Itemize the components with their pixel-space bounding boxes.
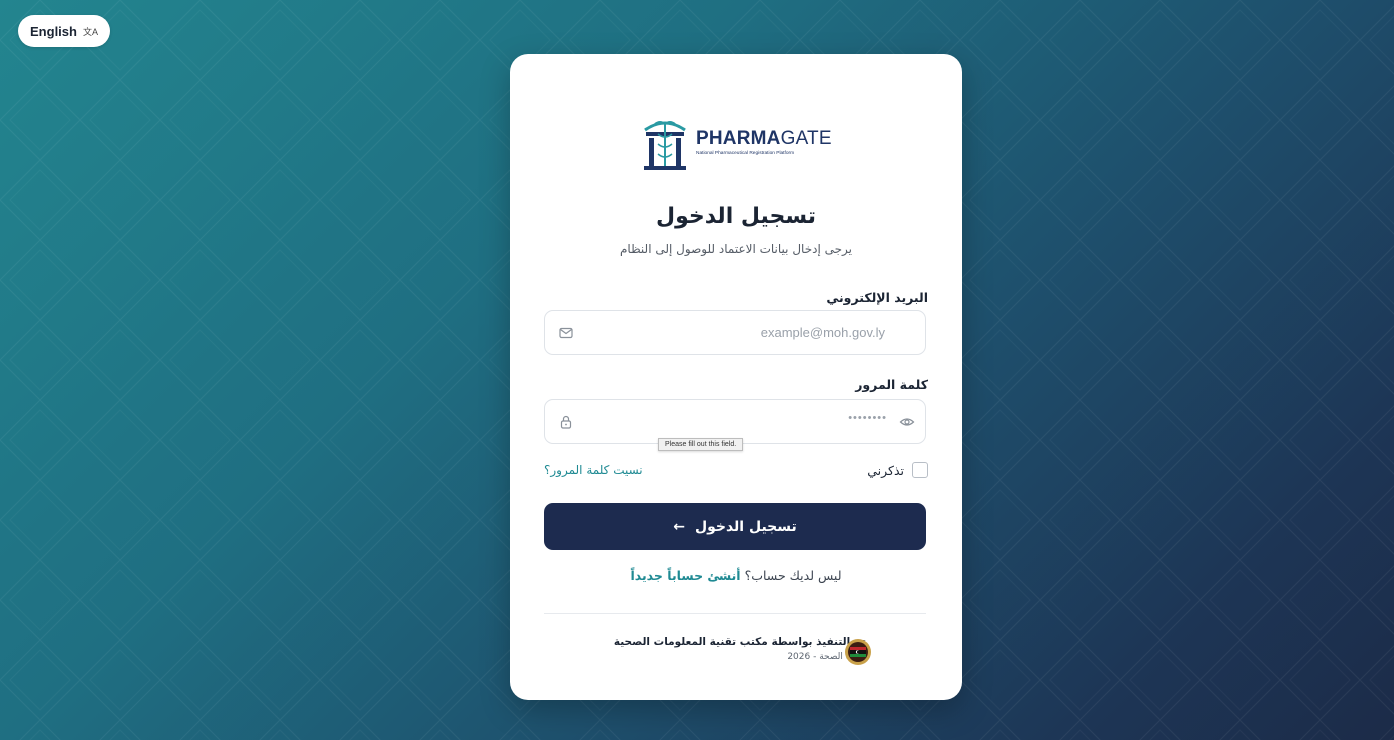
mail-icon [559, 327, 573, 339]
footer-credit-line: تم التنفيذ بواسطة مكتب تقنية المعلومات ا… [613, 636, 866, 648]
login-button-label: تسجيل الدخول [694, 518, 797, 535]
ministry-emblem-icon [845, 639, 871, 665]
signup-link[interactable]: أنشئ حساباً جديداً [630, 568, 740, 583]
remember-label: تذكرني [867, 462, 904, 478]
footer-ministry-line: وزارة الصحة - 2026 [787, 652, 866, 662]
page-title: تسجيل الدخول [655, 204, 817, 229]
email-field[interactable]: example@moh.gov.ly [544, 310, 926, 355]
pharmagate-logo: PHARMAGATE National Pharmaceutical Regis… [640, 112, 840, 172]
remember-checkbox[interactable] [912, 462, 928, 478]
arrow-left-icon: ← [673, 518, 685, 535]
divider [544, 613, 926, 614]
forgot-password-link[interactable]: نسيت كلمة المرور؟ [544, 463, 643, 477]
footer-credit: تم التنفيذ بواسطة مكتب تقنية المعلومات ا… [614, 636, 866, 662]
language-label: English [30, 23, 77, 39]
eye-icon[interactable] [899, 414, 915, 430]
brand-tagline: National Pharmaceutical Registration Pla… [696, 150, 795, 156]
password-label: كلمة المرور [855, 377, 928, 392]
language-toggle-button[interactable]: English 文A [18, 15, 110, 47]
brand-name-bold: PHARMA [696, 127, 781, 149]
email-label: البريد الإلكتروني [826, 290, 928, 305]
lock-icon [560, 415, 572, 429]
remember-me[interactable]: تذكرني [867, 462, 928, 478]
validation-tooltip: Please fill out this field. [658, 438, 744, 451]
pharmagate-emblem-icon [644, 121, 686, 170]
signup-prompt-line: ليس لديك حساب؟ أنشئ حساباً جديداً [510, 568, 962, 583]
login-button[interactable]: ← تسجيل الدخول [544, 503, 926, 550]
signup-prompt: ليس لديك حساب؟ [744, 568, 842, 583]
translate-icon: 文A [82, 26, 98, 37]
password-placeholder: •••••••• [848, 412, 887, 424]
email-placeholder: example@moh.gov.ly [760, 325, 885, 340]
brand-name-light: GATE [780, 127, 832, 149]
page-subtitle: يرجى إدخال بيانات الاعتماد للوصول إلى ال… [619, 242, 852, 256]
login-card: PHARMAGATE National Pharmaceutical Regis… [510, 54, 962, 700]
